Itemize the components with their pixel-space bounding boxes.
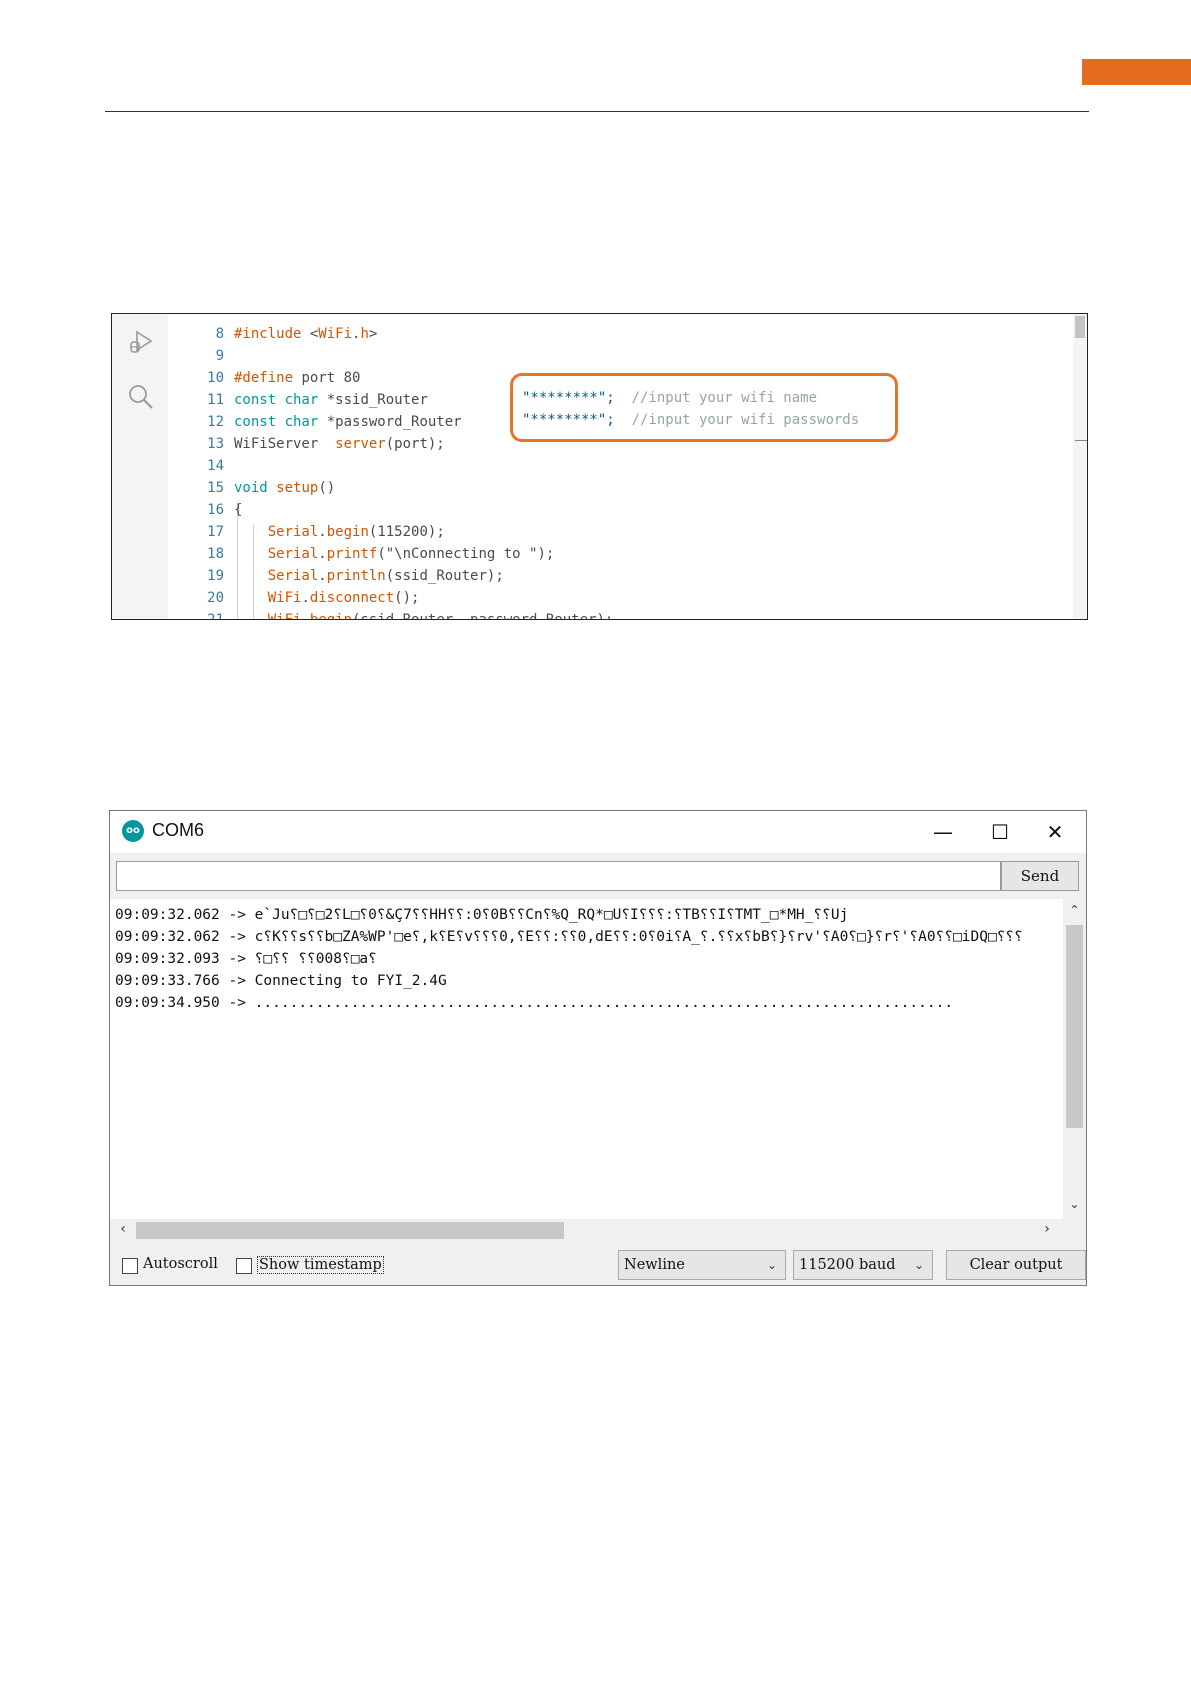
code-line: #define port 80 [234, 370, 361, 386]
vertical-scrollbar-thumb[interactable] [1066, 925, 1083, 1128]
line-number: 19 [207, 568, 224, 584]
header-rule [105, 111, 1089, 112]
close-button[interactable]: ✕ [1035, 817, 1075, 847]
line-number-gutter: 7 8 9 10 11 12 13 14 15 16 17 18 19 20 2… [168, 314, 234, 619]
debug-icon[interactable] [127, 328, 155, 356]
editor-sidebar [112, 314, 168, 619]
code-line: Serial.printf("\nConnecting to "); [267, 546, 555, 562]
ssid-value-line: "********"; //input your wifi name [522, 390, 817, 406]
code-line: const char *ssid_Router [234, 392, 428, 408]
code-line: WiFiServer server(port); [234, 436, 445, 452]
line-ending-value: Newline [624, 1257, 685, 1273]
line-number: 7 [216, 313, 224, 314]
password-comment: //input your wifi passwords [631, 412, 860, 428]
output-line: 09:09:33.766 -> Connecting to FYI_2.4G [115, 973, 447, 989]
arduino-logo-icon: oo [122, 820, 144, 842]
search-icon[interactable] [127, 383, 155, 411]
output-line: 09:09:32.062 -> c⸮K⸮⸮s⸮⸮b□ZA%WP'□e⸮,k⸮E⸮… [115, 929, 1023, 945]
send-input[interactable] [116, 861, 1001, 891]
code-editor: 7 8 9 10 11 12 13 14 15 16 17 18 19 20 2… [111, 313, 1088, 620]
credentials-highlight [510, 373, 898, 442]
line-number: 21 [207, 612, 224, 620]
page-accent-tab [1082, 59, 1191, 85]
line-number: 17 [207, 524, 224, 540]
line-number: 8 [215, 326, 224, 342]
horizontal-scrollbar[interactable]: ‹ › [110, 1219, 1063, 1242]
code-line: { [234, 502, 243, 518]
output-line: 09:09:32.062 -> e`Ju⸮□⸮□2⸮L□⸮0⸮&Ç7⸮⸮HH⸮⸮… [115, 907, 849, 923]
window-title: COM6 [152, 820, 205, 840]
autoscroll-checkbox[interactable] [122, 1258, 138, 1274]
editor-scrollbar[interactable] [1073, 314, 1087, 619]
line-number: 14 [207, 458, 224, 474]
code-area[interactable]: #include <WiFi.h> #define port 80 const … [234, 314, 1073, 619]
line-number: 18 [207, 546, 224, 562]
clear-output-button[interactable]: Clear output [946, 1250, 1086, 1280]
chevron-up-icon[interactable]: ⌃ [1063, 901, 1086, 919]
line-number: 15 [207, 480, 224, 496]
code-line: WiFi.begin(ssid_Router, password_Router)… [267, 612, 614, 620]
code-line: WiFi.disconnect(); [267, 590, 420, 606]
chevron-left-icon[interactable]: ‹ [114, 1221, 132, 1239]
output-line: 09:09:32.093 -> ⸮□⸮⸮ ⸮⸮008⸮□a⸮ [115, 951, 377, 967]
output-line: 09:09:34.950 -> ........................… [115, 995, 954, 1011]
title-bar[interactable]: oo COM6 — ☐ ✕ [110, 811, 1086, 853]
code-line: #include <WiFi.h> [234, 326, 378, 342]
chevron-down-icon: ⌄ [766, 1258, 777, 1272]
code-line: Serial.println(ssid_Router); [267, 568, 504, 584]
ssid-value: "********"; [522, 390, 615, 406]
line-number: 20 [207, 590, 224, 606]
ssid-comment: //input your wifi name [631, 390, 818, 406]
chevron-down-icon[interactable]: ⌄ [1063, 1195, 1086, 1213]
timestamp-label[interactable]: Show timestamp [257, 1256, 384, 1274]
timestamp-checkbox[interactable] [236, 1258, 252, 1274]
vertical-scrollbar[interactable]: ⌃ ⌄ [1063, 899, 1086, 1242]
code-line: void setup() [234, 480, 336, 496]
password-value-line: "********"; //input your wifi passwords [522, 412, 859, 428]
line-number: 9 [215, 348, 224, 364]
line-number: 11 [207, 392, 224, 408]
minimize-button[interactable]: — [923, 817, 963, 847]
serial-controls-bar: Autoscroll Show timestamp Newline ⌄ 1152… [110, 1244, 1086, 1285]
scrollbar-marker [1075, 440, 1087, 441]
serial-output[interactable]: 09:09:32.062 -> e`Ju⸮□⸮□2⸮L□⸮0⸮&Ç7⸮⸮HH⸮⸮… [110, 899, 1063, 1242]
line-ending-select[interactable]: Newline ⌄ [618, 1250, 786, 1280]
chevron-down-icon: ⌄ [913, 1258, 924, 1272]
chevron-right-icon[interactable]: › [1038, 1221, 1056, 1239]
horizontal-scrollbar-thumb[interactable] [136, 1222, 564, 1239]
editor-scrollbar-thumb[interactable] [1075, 316, 1085, 338]
autoscroll-label[interactable]: Autoscroll [143, 1256, 218, 1272]
baud-rate-value: 115200 baud [799, 1257, 896, 1273]
baud-rate-select[interactable]: 115200 baud ⌄ [793, 1250, 933, 1280]
line-number: 12 [207, 414, 224, 430]
maximize-button[interactable]: ☐ [980, 817, 1020, 847]
password-value: "********"; [522, 412, 615, 428]
line-number: 10 [207, 370, 224, 386]
code-line: Serial.begin(115200); [267, 524, 445, 540]
send-button[interactable]: Send [1001, 861, 1079, 891]
serial-monitor-window: oo COM6 — ☐ ✕ Send 09:09:32.062 -> e`Ju⸮… [109, 810, 1087, 1286]
line-number: 13 [207, 436, 224, 452]
code-line: const char *password_Router [234, 414, 462, 430]
line-number: 16 [207, 502, 224, 518]
